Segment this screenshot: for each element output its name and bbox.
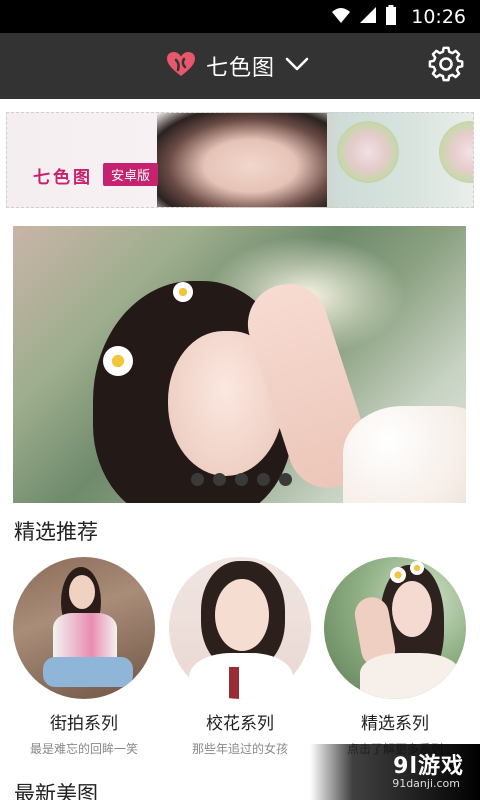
photo-carousel[interactable] (13, 226, 466, 503)
wifi-icon (331, 6, 351, 28)
carousel-indicator (191, 473, 292, 486)
carousel-dot[interactable] (257, 473, 270, 486)
banner-brand-text: 七色图 (33, 168, 93, 188)
watermark-sub: 91danji.com (392, 777, 460, 790)
card-title: 街拍系列 (50, 714, 118, 734)
status-time: 10:26 (411, 5, 466, 28)
card-title: 精选系列 (361, 714, 429, 734)
status-bar: 10:26 (0, 0, 480, 33)
banner-flower-image (337, 121, 399, 183)
card-image (13, 557, 155, 699)
carousel-dot[interactable] (191, 473, 204, 486)
watermark: 9l游戏 91danji.com (310, 744, 480, 800)
banner-flower-image (439, 121, 473, 183)
featured-card-campus[interactable]: 校花系列 那些年追过的女孩 (167, 557, 313, 757)
battery-icon (385, 4, 397, 29)
chevron-down-icon (285, 56, 309, 76)
app-title: 七色图 (206, 56, 276, 81)
card-subtitle: 最是难忘的回眸一笑 (29, 742, 138, 756)
card-subtitle: 那些年追过的女孩 (191, 742, 288, 756)
title-dropdown[interactable]: 七色图 (166, 33, 309, 99)
banner-badge: 安卓版 (103, 163, 159, 186)
status-icons: 10:26 (331, 0, 466, 33)
heart-logo-icon (166, 51, 196, 81)
section-title-featured: 精选推荐 (14, 520, 98, 544)
featured-list: 街拍系列 最是难忘的回眸一笑 校花系列 那些年追过的女孩 精选系列 点击了解更多… (0, 557, 480, 757)
featured-card-selected[interactable]: 精选系列 点击了解更多系列 (322, 557, 468, 757)
signal-icon (359, 6, 377, 28)
carousel-dot[interactable] (279, 473, 292, 486)
card-image (169, 557, 311, 699)
gear-icon (428, 46, 464, 86)
banner-photo (157, 113, 327, 207)
section-title-latest: 最新美图 (14, 782, 98, 800)
promo-banner[interactable]: 七色图 安卓版 (6, 112, 474, 208)
carousel-photo-sleeve (343, 406, 466, 503)
carousel-dot[interactable] (235, 473, 248, 486)
settings-button[interactable] (426, 46, 466, 86)
watermark-main: 9l游戏 (393, 754, 464, 779)
featured-card-street[interactable]: 街拍系列 最是难忘的回眸一笑 (11, 557, 157, 757)
card-title: 校花系列 (206, 714, 274, 734)
daisy-image (103, 346, 133, 376)
card-image (324, 557, 466, 699)
daisy-image (173, 282, 193, 302)
carousel-dot[interactable] (213, 473, 226, 486)
app-bar: 七色图 (0, 33, 480, 99)
